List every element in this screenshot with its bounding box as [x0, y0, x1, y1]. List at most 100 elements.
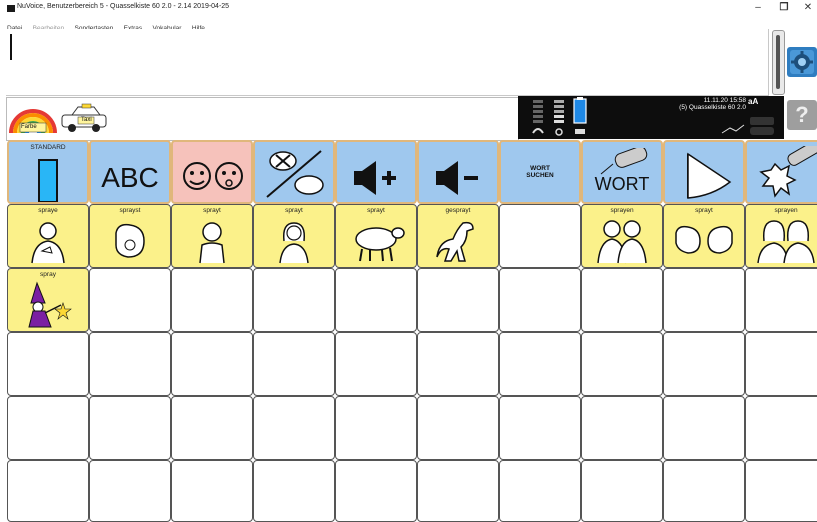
grid-cell-empty[interactable]	[745, 332, 817, 396]
grid-cell-empty[interactable]	[581, 396, 663, 460]
grid-cell-empty[interactable]	[171, 332, 253, 396]
grid-cell-empty[interactable]	[7, 396, 89, 460]
nav-faces-button[interactable]	[171, 140, 253, 204]
person-self-icon	[31, 222, 65, 264]
menu-bar: Datei Bearbeiten Sondertasten Extras Vok…	[0, 17, 817, 32]
grid-cell-empty[interactable]	[89, 396, 171, 460]
grid-cell-empty[interactable]	[499, 332, 581, 396]
volume-meter-icon	[532, 100, 544, 134]
spray-burst-icon	[759, 146, 817, 198]
word-cell-sprayen-2[interactable]: sprayen	[745, 204, 817, 268]
word-cell-sprayt-1[interactable]: sprayt	[171, 204, 253, 268]
grid-cell-empty[interactable]	[335, 268, 417, 332]
grid-cell-empty[interactable]	[663, 268, 745, 332]
nav-spray-burst-button[interactable]	[745, 140, 817, 204]
grid-cell-empty[interactable]	[253, 396, 335, 460]
wort-label: WORT	[594, 174, 650, 194]
dinosaur-icon	[436, 221, 474, 262]
word-cell-spray[interactable]: spray	[7, 268, 89, 332]
nav-spray-fan-button[interactable]	[663, 140, 745, 204]
taxi-button[interactable]: Taxi	[60, 103, 110, 135]
sheep-icon	[355, 227, 405, 262]
grid-cell-empty[interactable]	[417, 396, 499, 460]
grid-cell-empty[interactable]	[663, 332, 745, 396]
nav-standard-button[interactable]: STANDARD	[7, 140, 89, 204]
close-button[interactable]: ✕	[797, 1, 817, 15]
cell-label: STANDARD	[30, 144, 66, 151]
grid-cell-empty[interactable]	[89, 460, 171, 522]
word-cell-sprayt-4[interactable]: sprayt	[663, 204, 745, 268]
standard-bar-icon	[38, 159, 58, 202]
word-cell-sprayt-2[interactable]: sprayt	[253, 204, 335, 268]
grid-cell-empty[interactable]	[7, 460, 89, 522]
word-cell-sprayst[interactable]: sprayst	[89, 204, 171, 268]
settings-button[interactable]	[787, 47, 817, 77]
nav-volume-down-button[interactable]	[417, 140, 499, 204]
grid-cell-empty[interactable]	[7, 332, 89, 396]
cell-label: sprayen	[774, 207, 798, 214]
message-window[interactable]	[6, 29, 769, 96]
word-cell-gesprayt[interactable]: gesprayt	[417, 204, 499, 268]
battery-icon	[573, 97, 587, 134]
wizard-icon	[28, 281, 72, 328]
grid-cell-empty[interactable]	[171, 396, 253, 460]
rainbow-color-button[interactable]: Farbe	[7, 103, 59, 135]
cell-label: sprayt	[367, 207, 385, 214]
grid-cell-empty[interactable]	[499, 268, 581, 332]
spray-fan-icon	[687, 152, 732, 199]
grid-cell-empty[interactable]	[663, 396, 745, 460]
cell-label: gesprayt	[445, 207, 471, 214]
grid-cell-empty[interactable]	[171, 268, 253, 332]
word-cell-sprayen-1[interactable]: sprayen	[581, 204, 663, 268]
grid-cell-empty[interactable]	[581, 268, 663, 332]
message-scrollbar[interactable]	[772, 30, 785, 95]
help-button[interactable]: ?	[787, 100, 817, 130]
volume-down-icon	[436, 161, 478, 195]
grid-cell-empty[interactable]	[745, 460, 817, 522]
girl-icon	[279, 222, 309, 264]
cell-label: sprayen	[610, 207, 634, 214]
grid-cell-empty[interactable]	[253, 332, 335, 396]
symbol-grid: STANDARD ABC WORT SUCHEN WORT spraye spr…	[7, 140, 817, 522]
grid-cell-empty[interactable]	[335, 460, 417, 522]
word-cell-blank[interactable]	[499, 204, 581, 268]
grid-cell-empty[interactable]	[171, 460, 253, 522]
grid-cell-empty[interactable]	[745, 396, 817, 460]
word-cell-spraye[interactable]: spraye	[7, 204, 89, 268]
rainbow-label: Farbe	[21, 124, 37, 130]
grid-cell-empty[interactable]	[745, 268, 817, 332]
text-size-indicator: aA	[748, 97, 759, 106]
minimize-button[interactable]: –	[747, 1, 769, 15]
grid-cell-empty[interactable]	[417, 460, 499, 522]
gear-icon	[790, 50, 814, 74]
cell-label: sprayst	[119, 207, 141, 214]
grid-cell-empty[interactable]	[499, 460, 581, 522]
grid-cell-empty[interactable]	[253, 268, 335, 332]
grid-cell-empty[interactable]	[663, 460, 745, 522]
grid-cell-empty[interactable]	[581, 460, 663, 522]
cell-label: sprayt	[695, 207, 713, 214]
grid-cell-empty[interactable]	[417, 268, 499, 332]
nav-cancel-speech-button[interactable]	[253, 140, 335, 204]
grid-cell-empty[interactable]	[89, 332, 171, 396]
grid-cell-empty[interactable]	[581, 332, 663, 396]
grid-cell-empty[interactable]	[335, 332, 417, 396]
nav-wort-button[interactable]: WORT	[581, 140, 663, 204]
keyboard-icon	[721, 117, 774, 135]
grid-cell-empty[interactable]	[253, 460, 335, 522]
nav-volume-up-button[interactable]	[335, 140, 417, 204]
status-panel: 11.11.20 15:58 (5) Quasselkiste 60 2.0 a…	[518, 96, 784, 139]
maximize-button[interactable]: ❐	[773, 1, 795, 15]
cell-label: sprayt	[285, 207, 303, 214]
nav-abc-button[interactable]: ABC	[89, 140, 171, 204]
grid-cell-empty[interactable]	[335, 396, 417, 460]
app-icon	[7, 5, 15, 12]
speed-meter-icon	[554, 100, 564, 136]
word-cell-sprayt-3[interactable]: sprayt	[335, 204, 417, 268]
status-info: 11.11.20 15:58 (5) Quasselkiste 60 2.0	[636, 97, 746, 111]
grid-cell-empty[interactable]	[499, 396, 581, 460]
nav-word-search-button[interactable]: WORT SUCHEN	[499, 140, 581, 204]
grid-cell-empty[interactable]	[417, 332, 499, 396]
faces-speaking-icon	[183, 162, 243, 190]
grid-cell-empty[interactable]	[89, 268, 171, 332]
